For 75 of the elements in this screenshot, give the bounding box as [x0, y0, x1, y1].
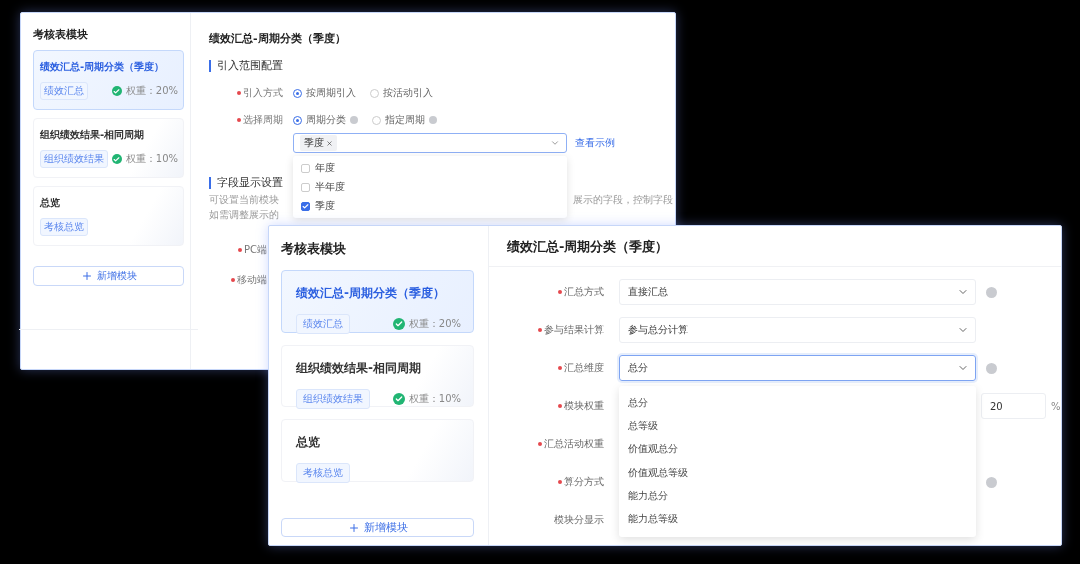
view-example-link[interactable]: 查看示例	[575, 136, 615, 150]
dropdown-option[interactable]: 价值观总分	[619, 437, 976, 461]
sidebar-title: 考核表模块	[281, 240, 347, 258]
field-label: 模块分显示	[553, 513, 604, 527]
module-card[interactable]: 绩效汇总-周期分类（季度） 绩效汇总 权重：20%	[281, 270, 474, 333]
page-title: 绩效汇总-周期分类（季度）	[489, 226, 1061, 267]
field-label: 算分方式	[489, 475, 604, 489]
module-card[interactable]: 总览 考核总览	[33, 186, 184, 246]
close-icon[interactable]	[326, 139, 333, 147]
module-title: 总览	[40, 196, 61, 210]
module-card[interactable]: 组织绩效结果-相同周期 组织绩效结果 权重：10%	[281, 344, 474, 408]
module-tag: 考核总览	[40, 218, 88, 236]
field-label: 模块权重	[489, 399, 604, 413]
dropdown-option[interactable]: 年度	[301, 160, 559, 176]
description-text: 如需调整展示的	[209, 208, 279, 222]
check-icon	[392, 318, 405, 330]
radio-option[interactable]: 按活动引入	[370, 86, 433, 100]
module-title: 绩效汇总-周期分类（季度）	[40, 60, 166, 74]
module-title: 绩效汇总-周期分类（季度）	[296, 285, 446, 302]
dropdown-option[interactable]: 价值观总等级	[619, 460, 976, 485]
field-label: 移动端	[209, 273, 267, 287]
dropdown-option[interactable]: 季度	[301, 198, 559, 214]
chevron-icon	[550, 138, 560, 148]
module-tag: 考核总览	[296, 463, 350, 484]
dropdown-option[interactable]: 能力总分	[619, 484, 976, 508]
module-card[interactable]: 绩效汇总-周期分类（季度） 绩效汇总 权重：20%	[33, 50, 184, 110]
page-title: 绩效汇总-周期分类（季度）	[209, 31, 347, 46]
checkbox[interactable]	[301, 163, 310, 173]
add-module-button[interactable]: 新增模块	[33, 266, 184, 286]
module-title: 组织绩效结果-相同周期	[40, 128, 146, 142]
check-icon	[392, 392, 405, 405]
dropdown-option[interactable]: 总分	[619, 391, 976, 415]
dropdown-option[interactable]: 能力总等级	[619, 507, 976, 531]
radio-option[interactable]: 按周期引入	[293, 86, 356, 100]
selected-tag: 季度	[300, 135, 337, 151]
plus-icon	[347, 521, 360, 534]
field-label: 引入方式	[209, 86, 293, 100]
select-field[interactable]: 直接汇总	[619, 279, 976, 305]
description-text: 展示的字段，控制字段	[573, 193, 673, 207]
dropdown-option[interactable]: 半年度	[301, 179, 559, 195]
unit-text: %	[1051, 400, 1061, 412]
period-select[interactable]: 季度	[293, 133, 567, 153]
checkbox[interactable]	[301, 201, 310, 211]
number-input[interactable]: 20	[981, 393, 1046, 419]
plus-icon	[80, 270, 93, 282]
add-module-button[interactable]: 新增模块	[281, 518, 474, 537]
checkbox[interactable]	[301, 182, 310, 192]
description-text: 可设置当前模块	[209, 193, 279, 207]
module-title: 组织绩效结果-相同周期	[296, 359, 422, 377]
field-label: 汇总维度	[489, 361, 604, 375]
weight-text: 权重：10%	[408, 391, 461, 406]
check-icon	[111, 86, 122, 96]
module-tag: 绩效汇总	[296, 314, 350, 334]
weight-text: 权重：20%	[408, 317, 461, 331]
select-field[interactable]: 参与总分计算	[619, 317, 976, 343]
sidebar-title: 考核表模块	[33, 27, 89, 42]
field-label: 汇总活动权重	[489, 437, 604, 451]
field-label: 汇总方式	[489, 285, 604, 299]
module-card[interactable]: 总览 考核总览	[281, 419, 474, 482]
module-card[interactable]: 组织绩效结果-相同周期 组织绩效结果 权重：10%	[33, 118, 184, 178]
select-field[interactable]: 总分	[619, 355, 976, 381]
dropdown-option[interactable]: 总等级	[619, 414, 976, 438]
radio-option[interactable]: 周期分类	[293, 113, 358, 127]
field-label: 选择周期	[209, 113, 293, 127]
weight-text: 权重：20%	[125, 84, 178, 98]
field-label: PC端	[209, 243, 267, 257]
module-title: 总览	[296, 434, 321, 452]
field-label: 参与结果计算	[489, 323, 604, 337]
module-tag: 组织绩效结果	[40, 150, 108, 168]
module-tag: 绩效汇总	[40, 82, 88, 100]
weight-text: 权重：10%	[125, 152, 178, 166]
module-tag: 组织绩效结果	[296, 388, 370, 409]
radio-option[interactable]: 指定周期	[372, 113, 437, 127]
check-icon	[111, 154, 122, 164]
section-title: 引入范围配置	[209, 60, 675, 72]
